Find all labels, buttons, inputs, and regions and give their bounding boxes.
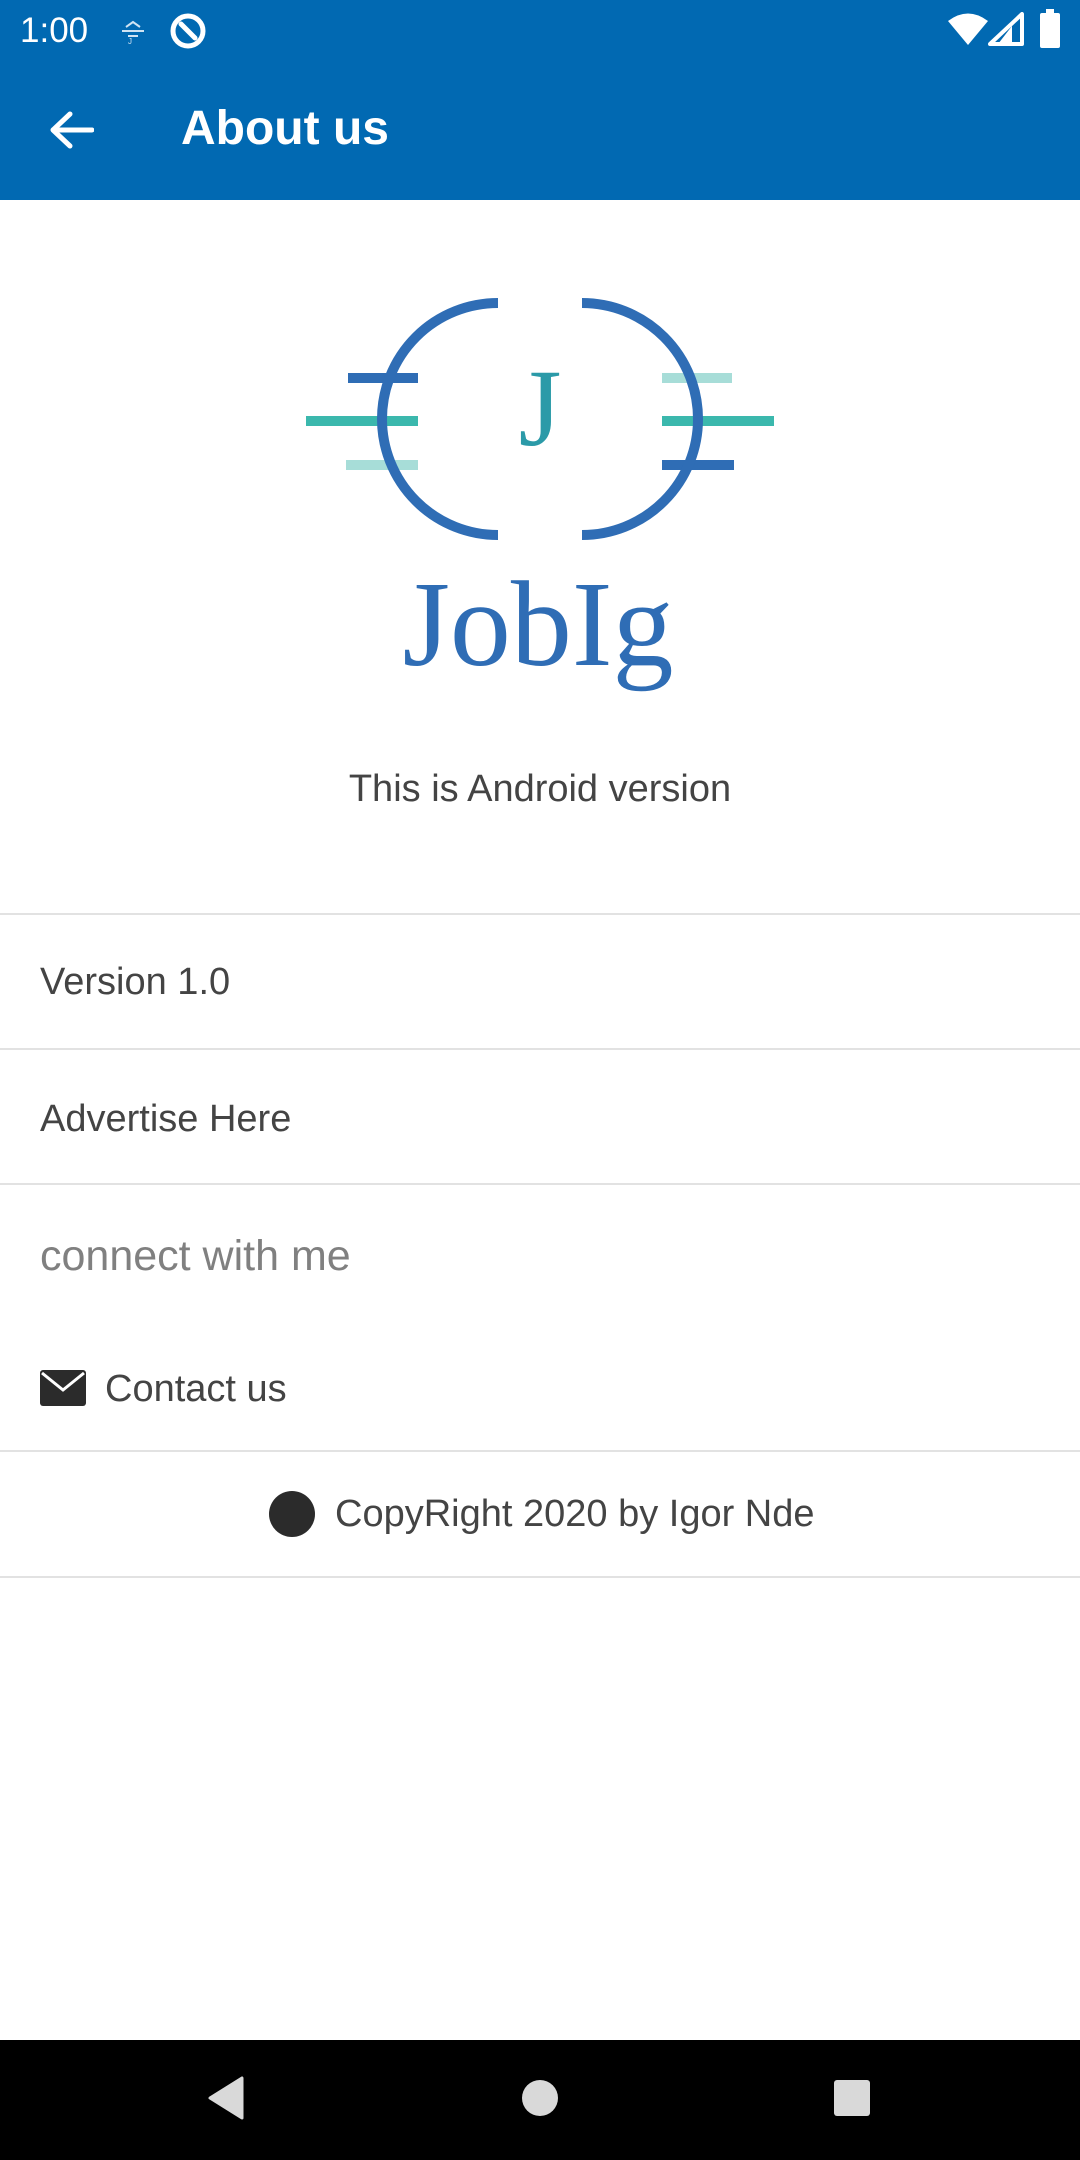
divider xyxy=(0,1576,1080,1578)
version-row[interactable]: Version 1.0 xyxy=(0,915,1080,1048)
status-bar: 1:00 J xyxy=(0,0,1080,63)
divider xyxy=(0,1183,1080,1185)
recents-square-icon xyxy=(833,2079,871,2122)
contact-us-label: Contact us xyxy=(105,1368,287,1410)
nav-home-button[interactable] xyxy=(510,2070,570,2130)
home-circle-icon xyxy=(520,2078,560,2123)
advertise-label: Advertise Here xyxy=(40,1098,292,1140)
version-tagline: This is Android version xyxy=(348,768,732,810)
page-title: About us xyxy=(181,102,389,155)
version-label: Version 1.0 xyxy=(40,961,231,1003)
logo-wordmark: JobIg xyxy=(402,557,673,692)
copyright-icon xyxy=(269,1491,315,1537)
connect-heading: connect with me xyxy=(40,1232,351,1280)
app-notification-icon: J xyxy=(116,14,150,53)
app-logo: J JobIg xyxy=(290,285,790,705)
wifi-icon xyxy=(947,12,989,51)
system-nav-bar xyxy=(0,2040,1080,2160)
data-saver-icon xyxy=(168,11,208,56)
contact-us-button[interactable]: Contact us xyxy=(0,1336,1080,1446)
back-triangle-icon xyxy=(206,2076,246,2125)
cellular-signal-icon xyxy=(988,12,1024,51)
logo-letter: J xyxy=(519,347,562,469)
back-button[interactable] xyxy=(36,97,106,167)
app-bar: About us xyxy=(0,63,1080,200)
divider xyxy=(0,1450,1080,1452)
envelope-icon xyxy=(40,1370,86,1406)
advertise-row[interactable]: Advertise Here xyxy=(0,1050,1080,1183)
nav-recents-button[interactable] xyxy=(822,2070,882,2130)
copyright-row: CopyRight 2020 by Igor Nde xyxy=(0,1465,1080,1565)
nav-back-button[interactable] xyxy=(196,2070,256,2130)
battery-icon xyxy=(1039,9,1061,54)
arrow-back-icon xyxy=(48,110,95,155)
svg-text:J: J xyxy=(128,37,132,46)
status-time: 1:00 xyxy=(20,11,89,50)
copyright-text: CopyRight 2020 by Igor Nde xyxy=(335,1493,815,1535)
